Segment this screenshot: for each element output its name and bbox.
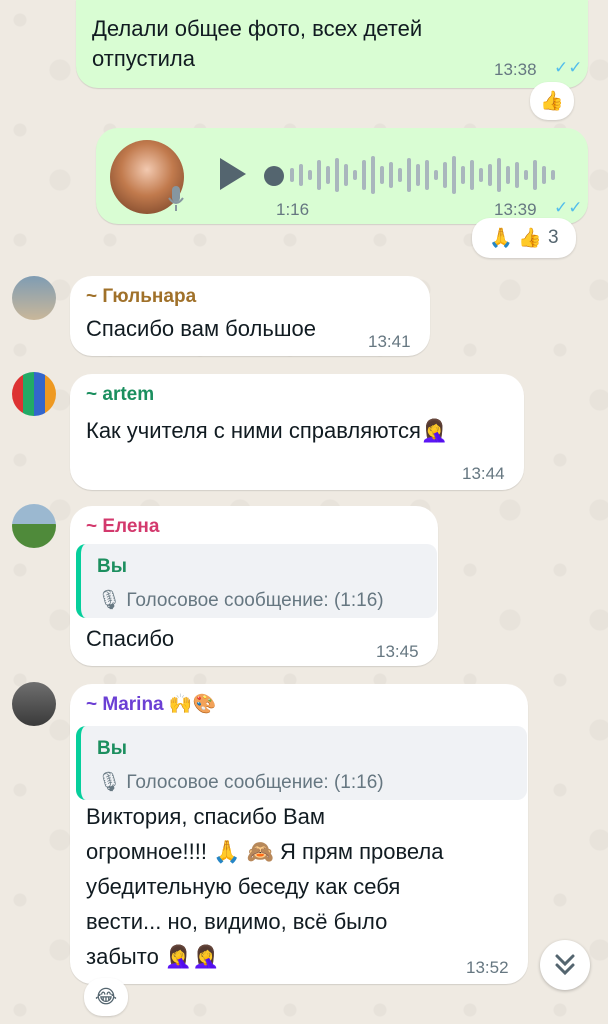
mic-icon: [168, 186, 184, 212]
quoted-sender: Вы: [97, 738, 127, 759]
incoming-message[interactable]: ~ Елена Вы 🎙 Голосовое сообщение: (1:16)…: [70, 506, 438, 666]
message-text-line: убедительную беседу как себя: [86, 874, 401, 899]
message-text: Спасибо вам большое: [86, 316, 316, 341]
sender-name[interactable]: ~ artem: [86, 384, 154, 406]
reaction-emoji: 👍: [540, 91, 564, 112]
message-text-line: забыто 🤦‍♀️🤦‍♀️: [86, 944, 220, 969]
quoted-message[interactable]: Вы 🎙 Голосовое сообщение: (1:16): [76, 544, 437, 618]
message-text: Спасибо: [86, 626, 175, 651]
quoted-message[interactable]: Вы 🎙 Голосовое сообщение: (1:16): [76, 726, 527, 800]
reaction-count: 3: [548, 227, 559, 248]
message-text-line: вести... но, видимо, всё было: [86, 909, 388, 934]
reaction-badge[interactable]: 😂: [84, 978, 128, 1016]
avatar[interactable]: [12, 504, 56, 548]
mic-icon: 🎙: [97, 772, 122, 793]
sender-name[interactable]: ~ Гюльнара: [86, 286, 196, 308]
reaction-badge[interactable]: 🙏 👍 3: [472, 218, 576, 258]
message-time: 13:44: [462, 464, 505, 483]
voice-waveform[interactable]: [290, 154, 560, 196]
outgoing-voice-message[interactable]: 1:16 13:39 ✓✓: [96, 128, 588, 224]
avatar[interactable]: [12, 372, 56, 416]
message-time: 13:45: [376, 642, 419, 661]
message-time: 13:52: [466, 958, 509, 977]
incoming-message[interactable]: ~ Marina 🙌🎨 Вы 🎙 Голосовое сообщение: (1…: [70, 684, 528, 984]
reaction-badge[interactable]: 👍: [530, 82, 574, 120]
quoted-text: 🎙 Голосовое сообщение: (1:16): [97, 770, 384, 794]
avatar[interactable]: [12, 276, 56, 320]
quoted-text: 🎙 Голосовое сообщение: (1:16): [97, 588, 384, 612]
message-text-line: Виктория, спасибо Вам: [86, 804, 325, 829]
reaction-emojis: 🙏 👍: [489, 228, 542, 249]
quoted-text-label: Голосовое сообщение: (1:16): [126, 772, 384, 793]
message-time: 13:41: [368, 332, 411, 351]
sender-name[interactable]: ~ Елена: [86, 516, 159, 538]
scroll-to-bottom-button[interactable]: [540, 940, 590, 990]
voice-duration: 1:16: [276, 200, 310, 219]
outgoing-message[interactable]: Делали общее фото, всех детей отпустила …: [76, 0, 588, 88]
read-receipt-icon: ✓✓: [554, 198, 583, 217]
read-receipt-icon: ✓✓: [554, 58, 583, 77]
reaction-emoji: 😂: [94, 986, 118, 1008]
incoming-message[interactable]: ~ artem Как учителя с ними справляются🤦‍…: [70, 374, 524, 490]
message-text-line: огромное!!!! 🙏 🙈 Я прям провела: [86, 839, 444, 864]
message-text: Делали общее фото, всех детей отпустила: [92, 16, 423, 71]
play-icon[interactable]: [216, 156, 248, 192]
message-text: Как учителя с ними справляются🤦‍♀️: [86, 418, 449, 443]
quoted-sender: Вы: [97, 556, 127, 577]
quoted-text-label: Голосовое сообщение: (1:16): [126, 590, 384, 611]
message-time: 13:38: [494, 60, 537, 79]
mic-icon: 🎙: [97, 590, 122, 611]
sender-name[interactable]: ~ Marina 🙌🎨: [86, 692, 216, 716]
incoming-message[interactable]: ~ Гюльнара Спасибо вам большое 13:41: [70, 276, 430, 356]
voice-progress-dot[interactable]: [264, 166, 284, 186]
avatar[interactable]: [12, 682, 56, 726]
message-time: 13:39: [494, 200, 537, 219]
chevron-double-down-icon: [555, 954, 575, 976]
